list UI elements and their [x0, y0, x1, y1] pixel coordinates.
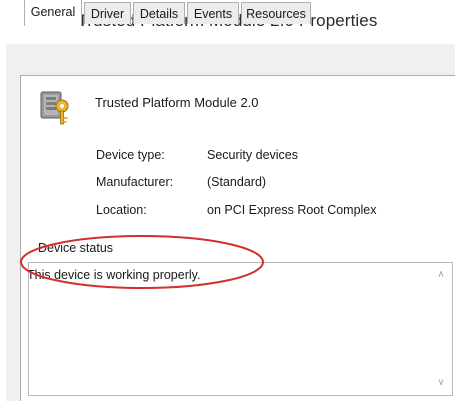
- tab-driver[interactable]: Driver: [84, 2, 131, 24]
- tab-details-label: Details: [139, 7, 179, 21]
- status-scrollbar[interactable]: ∧ ∨: [430, 263, 452, 395]
- location-label: Location:: [96, 203, 147, 217]
- tab-resources-label: Resources: [246, 7, 306, 21]
- device-type-label: Device type:: [96, 148, 165, 162]
- device-name: Trusted Platform Module 2.0: [95, 95, 259, 110]
- tab-resources[interactable]: Resources: [241, 2, 311, 24]
- tab-driver-label: Driver: [90, 7, 125, 21]
- device-status-text: This device is working properly.: [27, 268, 201, 282]
- manufacturer-label: Manufacturer:: [96, 175, 174, 189]
- device-status-label: Device status: [36, 241, 116, 255]
- tab-events[interactable]: Events: [187, 2, 239, 24]
- location-value: on PCI Express Root Complex: [207, 203, 377, 217]
- scroll-up-icon[interactable]: ∧: [434, 269, 448, 281]
- device-type-value: Security devices: [207, 148, 299, 162]
- tab-events-label: Events: [193, 7, 233, 21]
- device-status-textbox[interactable]: [28, 262, 453, 396]
- tab-general-label: General: [30, 5, 76, 19]
- scroll-down-icon[interactable]: ∨: [434, 377, 448, 389]
- tpm-chip-key-icon: [38, 86, 74, 128]
- tab-details[interactable]: Details: [133, 2, 185, 24]
- manufacturer-value: (Standard): [207, 175, 267, 189]
- tab-general[interactable]: General: [24, 0, 82, 26]
